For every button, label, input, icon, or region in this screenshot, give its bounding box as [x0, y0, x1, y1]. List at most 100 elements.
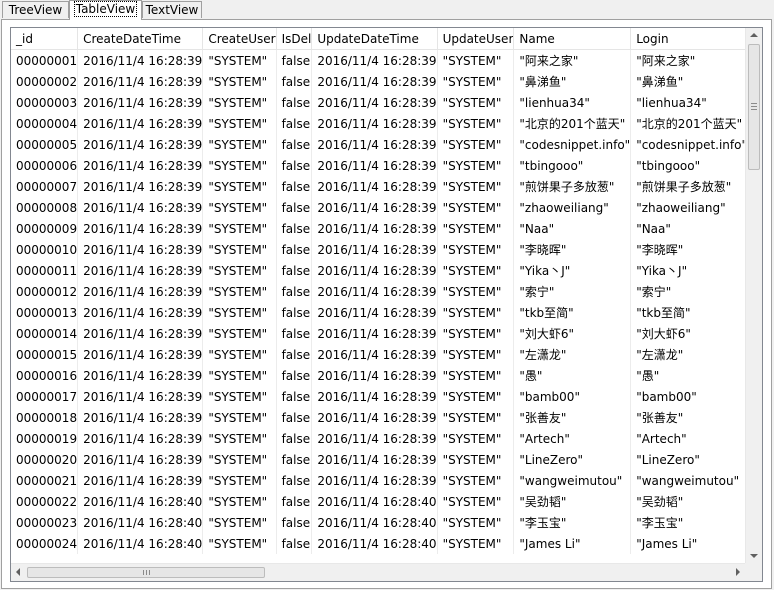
cell-updatedatetime[interactable]: 2016/11/4 16:28:39 [311, 134, 438, 155]
table-row[interactable]: 00000020 2016/11/4 16:28:39 "SYSTEM" false 2… [11, 449, 745, 470]
cell-createuser[interactable]: "SYSTEM" [202, 260, 277, 281]
table-row[interactable]: 00000023 2016/11/4 16:28:40 "SYSTEM" false 2… [11, 512, 745, 533]
cell-createuser[interactable]: "SYSTEM" [202, 449, 277, 470]
cell-login[interactable]: "张善友" [630, 407, 745, 428]
cell-createuser[interactable]: "SYSTEM" [202, 155, 277, 176]
cell-updatedatetime[interactable]: 2016/11/4 16:28:39 [311, 449, 438, 470]
cell-createuser[interactable]: "SYSTEM" [202, 49, 277, 71]
cell-updatedatetime[interactable]: 2016/11/4 16:28:39 [311, 365, 438, 386]
cell-login[interactable]: "wangweimutou" [630, 470, 745, 491]
cell-login[interactable]: "李晓晖" [630, 239, 745, 260]
horizontal-scrollbar[interactable] [11, 563, 745, 581]
cell-createuser[interactable]: "SYSTEM" [202, 407, 277, 428]
cell-updateuser[interactable]: "SYSTEM" [437, 491, 515, 512]
table-row[interactable]: 00000004 2016/11/4 16:28:39 "SYSTEM" false 2… [11, 113, 745, 134]
cell-updatedatetime[interactable]: 2016/11/4 16:28:39 [311, 218, 438, 239]
cell-isdel[interactable]: false [276, 239, 313, 260]
cell-isdel[interactable]: false [276, 386, 313, 407]
cell-name[interactable]: "codesnippet.info" [513, 134, 632, 155]
cell-name[interactable]: "愚" [513, 365, 632, 386]
cell-id[interactable]: 00000010 [11, 239, 79, 260]
cell-name[interactable]: "左潇龙" [513, 344, 632, 365]
cell-isdel[interactable]: false [276, 92, 313, 113]
cell-name[interactable]: "鼻涕鱼" [513, 71, 632, 92]
cell-createuser[interactable]: "SYSTEM" [202, 344, 277, 365]
cell-updatedatetime[interactable]: 2016/11/4 16:28:39 [311, 281, 438, 302]
cell-createuser[interactable]: "SYSTEM" [202, 323, 277, 344]
cell-updateuser[interactable]: "SYSTEM" [437, 533, 515, 554]
cell-createdatetime[interactable]: 2016/11/4 16:28:39 [77, 470, 204, 491]
cell-id[interactable]: 00000023 [11, 512, 79, 533]
cell-id[interactable]: 00000009 [11, 218, 79, 239]
table-row[interactable]: 00000019 2016/11/4 16:28:39 "SYSTEM" false 2… [11, 428, 745, 449]
cell-updateuser[interactable]: "SYSTEM" [437, 407, 515, 428]
cell-createdatetime[interactable]: 2016/11/4 16:28:39 [77, 155, 204, 176]
cell-createuser[interactable]: "SYSTEM" [202, 302, 277, 323]
cell-login[interactable]: "LineZero" [630, 449, 745, 470]
cell-createuser[interactable]: "SYSTEM" [202, 491, 277, 512]
cell-createuser[interactable]: "SYSTEM" [202, 71, 277, 92]
cell-createdatetime[interactable]: 2016/11/4 16:28:39 [77, 134, 204, 155]
cell-login[interactable]: "tbingooo" [630, 155, 745, 176]
cell-id[interactable]: 00000016 [11, 365, 79, 386]
cell-updatedatetime[interactable]: 2016/11/4 16:28:39 [311, 113, 438, 134]
cell-isdel[interactable]: false [276, 176, 313, 197]
cell-login[interactable]: "愚" [630, 365, 745, 386]
cell-id[interactable]: 00000013 [11, 302, 79, 323]
cell-isdel[interactable]: false [276, 449, 313, 470]
cell-name[interactable]: "Artech" [513, 428, 632, 449]
cell-createdatetime[interactable]: 2016/11/4 16:28:39 [77, 386, 204, 407]
cell-updateuser[interactable]: "SYSTEM" [437, 386, 515, 407]
cell-createdatetime[interactable]: 2016/11/4 16:28:39 [77, 323, 204, 344]
table-row[interactable]: 00000016 2016/11/4 16:28:39 "SYSTEM" false 2… [11, 365, 745, 386]
cell-updateuser[interactable]: "SYSTEM" [437, 218, 515, 239]
cell-createdatetime[interactable]: 2016/11/4 16:28:39 [77, 281, 204, 302]
cell-id[interactable]: 00000007 [11, 176, 79, 197]
cell-updatedatetime[interactable]: 2016/11/4 16:28:39 [311, 92, 438, 113]
table-row[interactable]: 00000009 2016/11/4 16:28:39 "SYSTEM" false 2… [11, 218, 745, 239]
cell-name[interactable]: "lienhua34" [513, 92, 632, 113]
table-row[interactable]: 00000014 2016/11/4 16:28:39 "SYSTEM" false 2… [11, 323, 745, 344]
cell-login[interactable]: "鼻涕鱼" [630, 71, 745, 92]
column-header-isdel[interactable]: IsDel [276, 28, 313, 50]
cell-name[interactable]: "煎饼果子多放葱" [513, 176, 632, 197]
cell-login[interactable]: "索宁" [630, 281, 745, 302]
cell-name[interactable]: "李玉宝" [513, 512, 632, 533]
cell-updateuser[interactable]: "SYSTEM" [437, 260, 515, 281]
table-row[interactable]: 00000005 2016/11/4 16:28:39 "SYSTEM" false 2… [11, 134, 745, 155]
column-header-login[interactable]: Login [630, 28, 745, 50]
cell-updateuser[interactable]: "SYSTEM" [437, 49, 515, 71]
cell-login[interactable]: "刘大虾6" [630, 323, 745, 344]
cell-isdel[interactable]: false [276, 71, 313, 92]
table-row[interactable]: 00000010 2016/11/4 16:28:39 "SYSTEM" false 2… [11, 239, 745, 260]
table-row[interactable]: 00000018 2016/11/4 16:28:39 "SYSTEM" false 2… [11, 407, 745, 428]
cell-id[interactable]: 00000012 [11, 281, 79, 302]
cell-createuser[interactable]: "SYSTEM" [202, 218, 277, 239]
cell-createdatetime[interactable]: 2016/11/4 16:28:39 [77, 197, 204, 218]
table-row[interactable]: 00000001 2016/11/4 16:28:39 "SYSTEM" false 2… [11, 49, 745, 71]
scroll-down-arrow-icon[interactable] [750, 554, 758, 558]
tab-treeview[interactable]: TreeView [2, 1, 69, 18]
cell-id[interactable]: 00000001 [11, 49, 79, 71]
cell-createdatetime[interactable]: 2016/11/4 16:28:39 [77, 449, 204, 470]
cell-login[interactable]: "codesnippet.info" [630, 134, 745, 155]
cell-isdel[interactable]: false [276, 49, 313, 71]
cell-login[interactable]: "bamb00" [630, 386, 745, 407]
cell-id[interactable]: 00000015 [11, 344, 79, 365]
cell-createuser[interactable]: "SYSTEM" [202, 92, 277, 113]
cell-createuser[interactable]: "SYSTEM" [202, 134, 277, 155]
cell-updateuser[interactable]: "SYSTEM" [437, 428, 515, 449]
table-row[interactable]: 00000017 2016/11/4 16:28:39 "SYSTEM" false 2… [11, 386, 745, 407]
cell-login[interactable]: "吴劲韬" [630, 491, 745, 512]
cell-id[interactable]: 00000017 [11, 386, 79, 407]
cell-updateuser[interactable]: "SYSTEM" [437, 92, 515, 113]
table-row[interactable]: 00000008 2016/11/4 16:28:39 "SYSTEM" false 2… [11, 197, 745, 218]
cell-updatedatetime[interactable]: 2016/11/4 16:28:39 [311, 428, 438, 449]
tab-textview[interactable]: TextView [142, 1, 202, 18]
cell-updatedatetime[interactable]: 2016/11/4 16:28:39 [311, 386, 438, 407]
cell-isdel[interactable]: false [276, 113, 313, 134]
cell-updatedatetime[interactable]: 2016/11/4 16:28:40 [311, 512, 438, 533]
cell-name[interactable]: "zhaoweiliang" [513, 197, 632, 218]
table-row[interactable]: 00000006 2016/11/4 16:28:39 "SYSTEM" false 2… [11, 155, 745, 176]
cell-isdel[interactable]: false [276, 323, 313, 344]
